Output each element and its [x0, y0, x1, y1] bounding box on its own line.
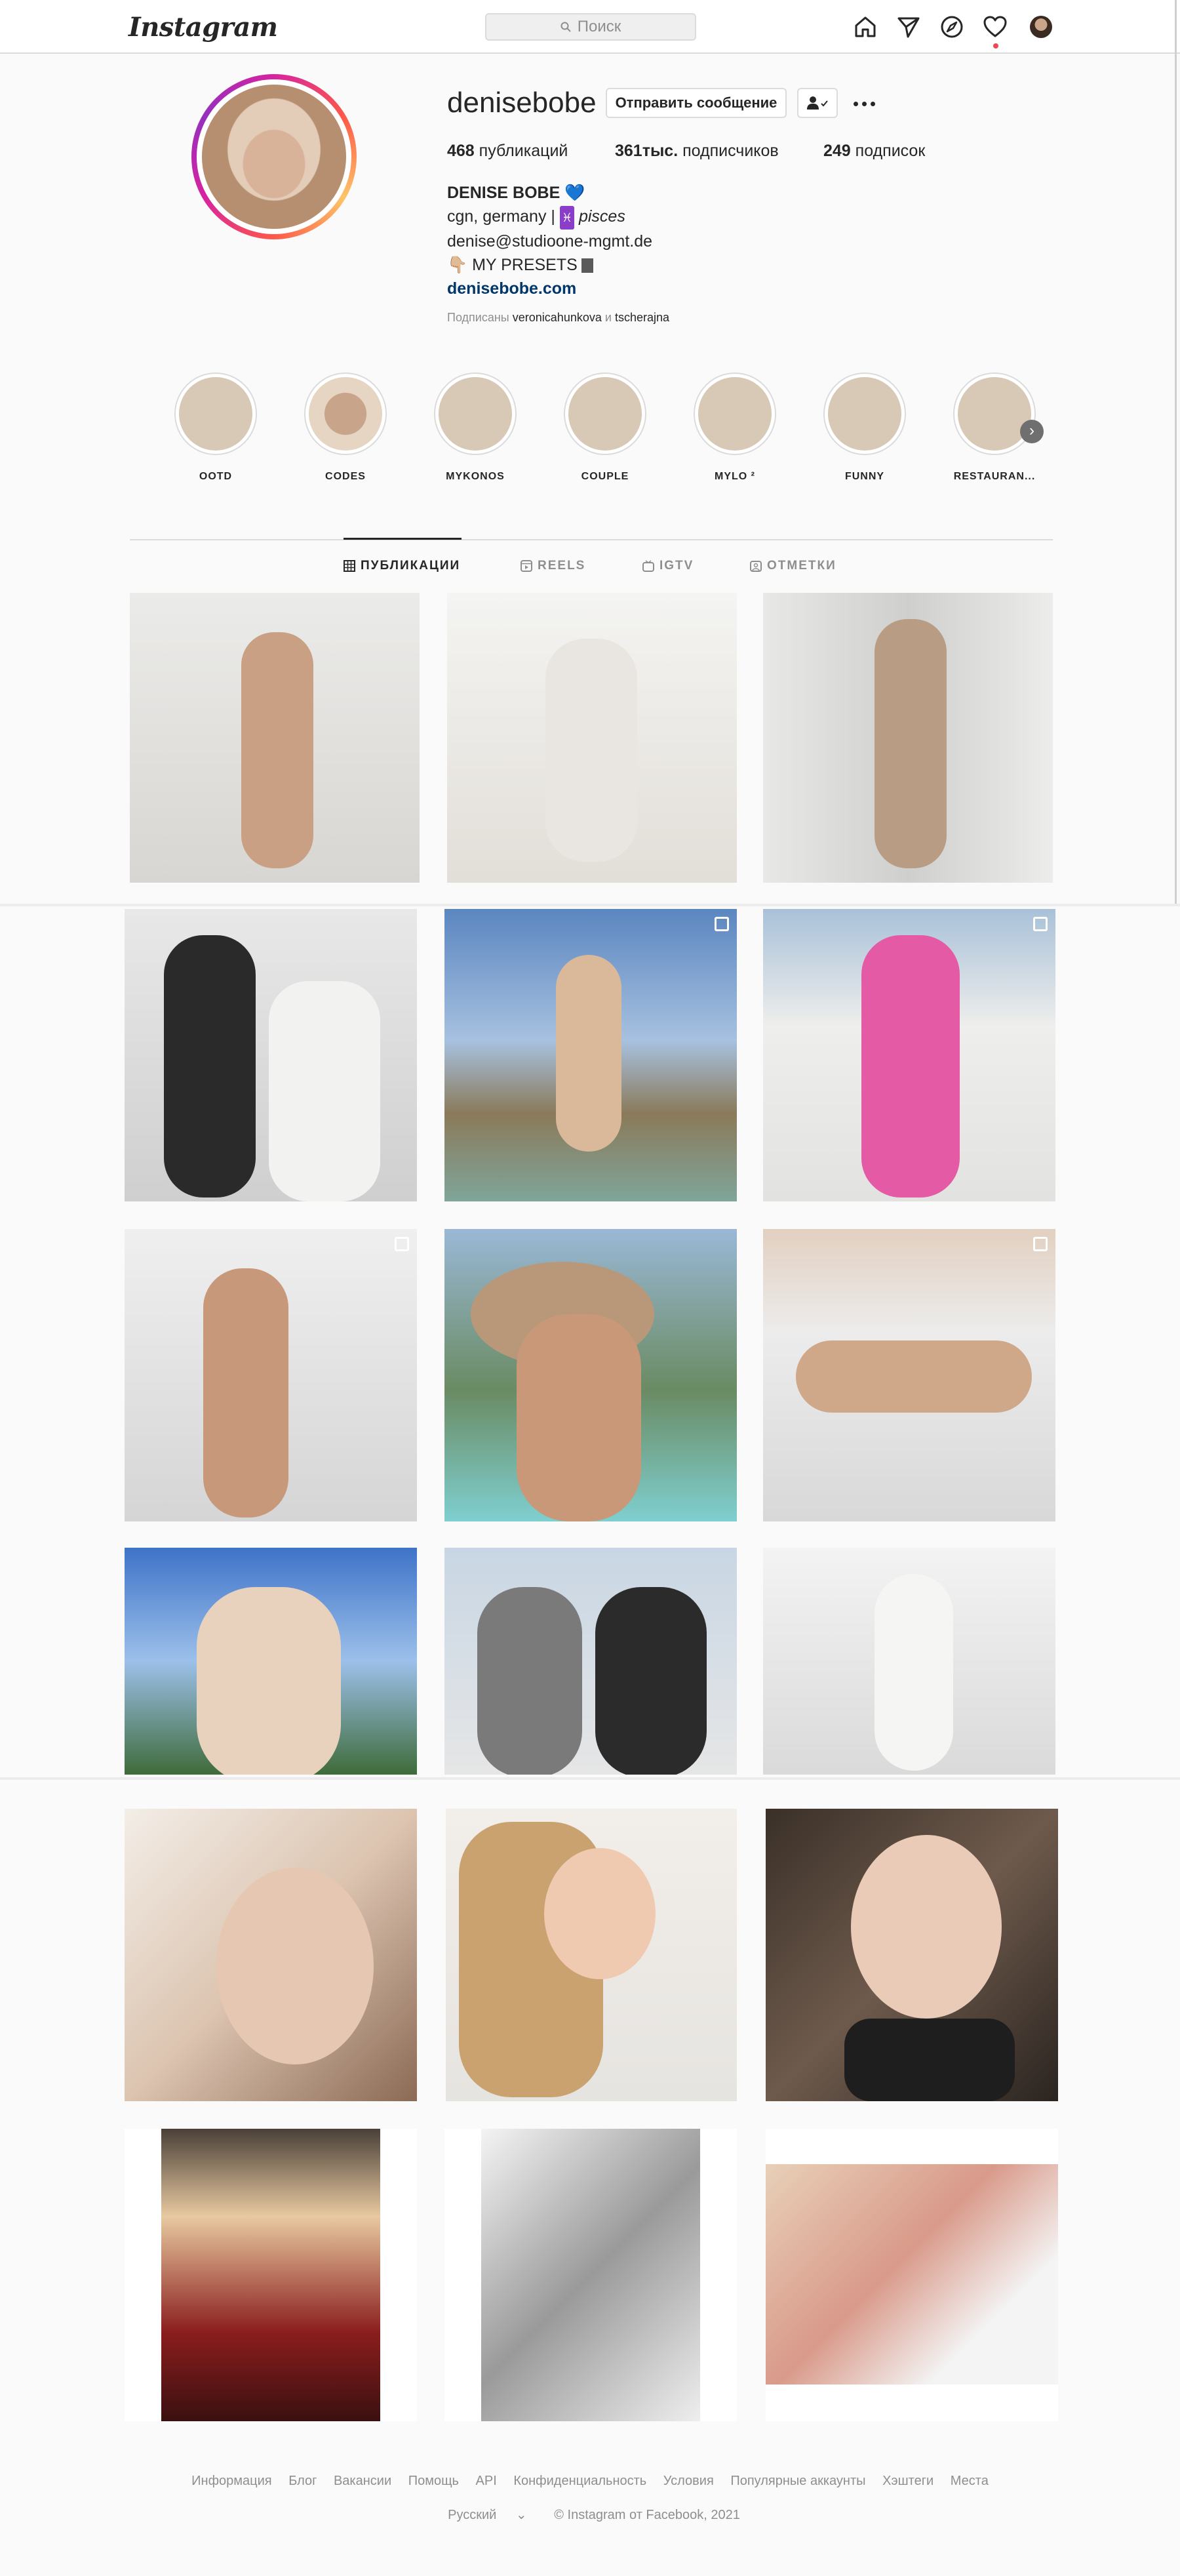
- post-thumbnail[interactable]: [125, 1229, 417, 1521]
- reels-icon: [521, 560, 532, 572]
- more-options-icon[interactable]: [851, 91, 877, 117]
- igtv-icon: [642, 560, 654, 572]
- bio-zodiac: pisces: [578, 207, 625, 226]
- profile-photo: [202, 85, 346, 229]
- footer-link[interactable]: Конфиденциальность: [513, 2474, 646, 2488]
- copyright-text: © Instagram от Facebook, 2021: [554, 2508, 740, 2522]
- bio-email: denise@studioone-mgmt.de: [447, 232, 653, 251]
- point-down-emoji: 👇🏼: [447, 256, 468, 274]
- top-nav-bar: Instagram Поиск: [0, 0, 1180, 54]
- multi-post-icon: [395, 1237, 409, 1251]
- language-select[interactable]: Русский ⌄: [440, 2508, 535, 2522]
- post-thumbnail[interactable]: [446, 1809, 737, 2101]
- screenshot-seam: [0, 904, 1180, 906]
- footer-link[interactable]: API: [476, 2474, 497, 2488]
- screenshot-seam: [0, 1777, 1180, 1780]
- search-input[interactable]: Поиск: [485, 13, 696, 41]
- pisces-sign-icon: ♓: [559, 206, 574, 230]
- post-thumbnail[interactable]: [766, 2129, 1058, 2421]
- tagged-icon: [750, 561, 762, 572]
- square-emoji-icon: [581, 258, 593, 273]
- following-count[interactable]: 249 подписок: [823, 142, 925, 161]
- chevron-down-icon: ⌄: [515, 2508, 527, 2522]
- person-check-icon: [807, 96, 828, 110]
- followed-by: Подписаны veronicahunkova и tscherajna: [447, 311, 670, 324]
- active-tab-indicator: [344, 538, 462, 540]
- highlight-couple[interactable]: COUPLE: [562, 372, 648, 483]
- profile-avatar-icon[interactable]: [1030, 16, 1052, 38]
- post-thumbnail[interactable]: [444, 2129, 737, 2421]
- window-edge-divider: [1175, 0, 1177, 905]
- home-icon[interactable]: [852, 14, 878, 40]
- profile-username: denisebobe: [447, 87, 597, 119]
- post-thumbnail[interactable]: [130, 593, 420, 883]
- highlight-funny[interactable]: FUNNY: [822, 372, 907, 483]
- footer-link[interactable]: Популярные аккаунты: [730, 2474, 865, 2488]
- footer-bottom: Русский ⌄ © Instagram от Facebook, 2021: [0, 2506, 1180, 2523]
- highlight-mykonos[interactable]: MYKONOS: [433, 372, 518, 483]
- post-thumbnail[interactable]: [125, 1548, 417, 1775]
- bio-website-link[interactable]: denisebobe.com: [447, 277, 652, 300]
- posts-count[interactable]: 468 публикаций: [447, 142, 615, 161]
- chevron-right-icon[interactable]: ›: [1020, 420, 1044, 443]
- multi-post-icon: [715, 917, 729, 931]
- followed-by-user-2[interactable]: tscherajna: [615, 311, 669, 324]
- tab-reels[interactable]: REELS: [521, 559, 585, 573]
- post-thumbnail[interactable]: [447, 593, 737, 883]
- tabs-divider: [130, 539, 1053, 540]
- profile-stats: 468 публикаций 361тыс. подписчиков 249 п…: [447, 142, 925, 161]
- multi-post-icon: [1033, 917, 1048, 931]
- grid-icon: [344, 560, 355, 572]
- post-thumbnail[interactable]: [444, 1229, 737, 1521]
- send-message-button[interactable]: Отправить сообщение: [606, 88, 787, 118]
- bio-location: cgn, germany |: [447, 207, 555, 226]
- post-thumbnail[interactable]: [763, 909, 1055, 1201]
- footer-link[interactable]: Хэштеги: [882, 2474, 934, 2488]
- search-icon: [560, 22, 571, 32]
- tab-tagged[interactable]: ОТМЕТКИ: [750, 559, 836, 573]
- followed-by-user-1[interactable]: veronicahunkova: [513, 311, 602, 324]
- bio-presets: MY PRESETS: [472, 256, 578, 274]
- post-thumbnail[interactable]: [125, 909, 417, 1201]
- instagram-logo[interactable]: Instagram: [128, 12, 278, 43]
- search-placeholder: Поиск: [577, 18, 621, 35]
- tab-posts[interactable]: ПУБЛИКАЦИИ: [344, 559, 460, 573]
- post-thumbnail[interactable]: [763, 1548, 1055, 1775]
- highlight-codes[interactable]: CODES: [303, 372, 388, 483]
- followers-count[interactable]: 361тыс. подписчиков: [615, 142, 823, 161]
- post-thumbnail[interactable]: [763, 593, 1053, 883]
- tab-igtv[interactable]: IGTV: [642, 559, 694, 573]
- post-thumbnail[interactable]: [763, 1229, 1055, 1521]
- footer-link[interactable]: Условия: [663, 2474, 714, 2488]
- post-thumbnail[interactable]: [444, 909, 737, 1201]
- notification-dot: [993, 43, 998, 49]
- following-status-button[interactable]: [797, 88, 838, 118]
- direct-messages-icon[interactable]: [895, 14, 922, 40]
- profile-bio: DENISE BOBE 💙 cgn, germany | ♓ pisces de…: [447, 181, 652, 300]
- profile-picture-frame: [197, 79, 351, 234]
- post-thumbnail[interactable]: [766, 1809, 1058, 2101]
- multi-post-icon: [1033, 1237, 1048, 1251]
- footer-link[interactable]: Блог: [288, 2474, 317, 2488]
- footer-link[interactable]: Вакансии: [334, 2474, 391, 2488]
- footer-link[interactable]: Места: [951, 2474, 989, 2488]
- profile-picture[interactable]: [191, 74, 357, 239]
- footer-links: Информация Блог Вакансии Помощь API Конф…: [0, 2474, 1180, 2489]
- post-thumbnail[interactable]: [125, 1809, 417, 2101]
- post-thumbnail[interactable]: [444, 1548, 737, 1775]
- explore-icon[interactable]: [939, 14, 965, 40]
- post-thumbnail[interactable]: [125, 2129, 417, 2421]
- highlight-ootd[interactable]: OOTD: [173, 372, 258, 483]
- blue-heart-emoji: 💙: [564, 184, 585, 202]
- footer-link[interactable]: Помощь: [408, 2474, 459, 2488]
- footer-link[interactable]: Информация: [191, 2474, 271, 2488]
- activity-heart-icon[interactable]: [982, 14, 1008, 40]
- bio-name: DENISE BOBE: [447, 184, 560, 202]
- highlight-mylo[interactable]: MYLO ²: [692, 372, 777, 483]
